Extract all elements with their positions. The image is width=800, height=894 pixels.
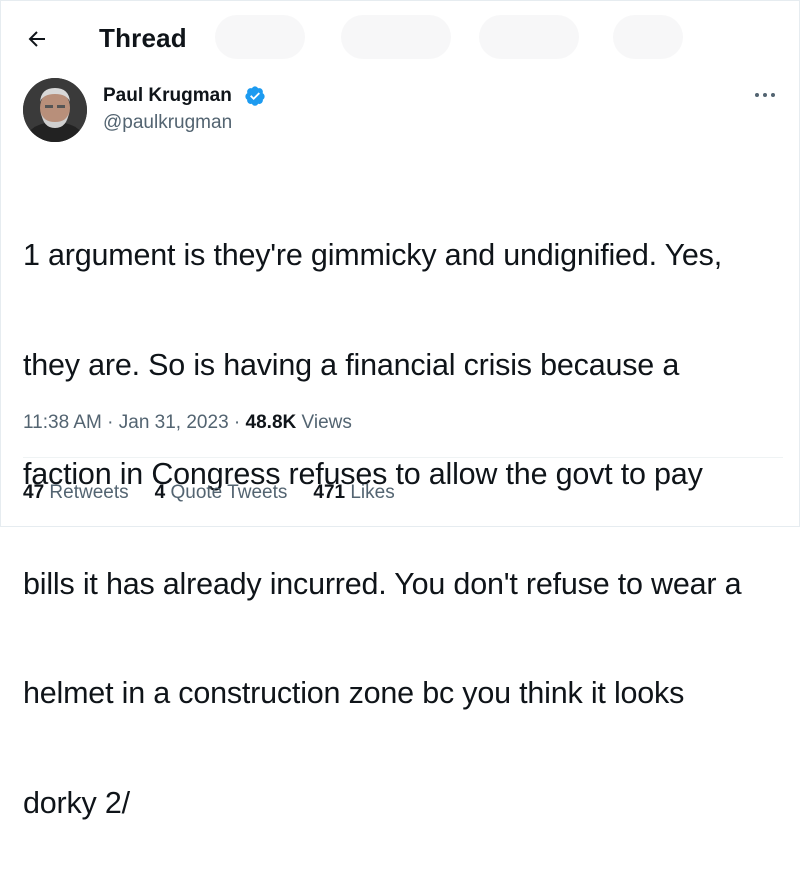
page-title: Thread <box>99 23 187 53</box>
meta-separator: · <box>233 412 241 433</box>
verified-badge-icon <box>245 86 265 106</box>
tweet-text: 1 argument is they're gimmicky and undig… <box>23 164 793 894</box>
blurred-tab <box>613 15 683 59</box>
engagement-stats: 47 Retweets 4 Quote Tweets 471 Likes <box>23 482 395 504</box>
avatar-photo-icon <box>23 78 87 142</box>
quote-tweets-stat[interactable]: 4 Quote Tweets <box>155 482 288 504</box>
author-handle[interactable]: @paulkrugman <box>103 112 232 134</box>
retweets-count: 47 <box>23 482 45 503</box>
blurred-tab <box>215 15 305 59</box>
tweet-time[interactable]: 11:38 AM <box>23 412 102 433</box>
blurred-tab <box>341 15 451 59</box>
likes-stat[interactable]: 471 Likes <box>313 482 394 504</box>
divider <box>23 457 783 458</box>
tweet-text-line: 1 argument is they're gimmicky and undig… <box>23 238 723 272</box>
author-name[interactable]: Paul Krugman <box>103 85 232 107</box>
quotes-count: 4 <box>154 482 166 503</box>
tweet-text-line: bills it has already incurred. You don't… <box>23 566 742 601</box>
more-options-button[interactable] <box>749 85 781 105</box>
back-button[interactable] <box>17 19 57 59</box>
likes-count: 471 <box>313 482 346 503</box>
tweet-text-line: they are. So is having a financial crisi… <box>23 347 680 382</box>
likes-label: Likes <box>350 482 395 503</box>
blurred-tab <box>479 15 579 59</box>
views-label: Views <box>301 412 352 433</box>
avatar[interactable] <box>23 78 87 142</box>
views-count: 48.8K <box>245 412 297 433</box>
meta-separator: · <box>107 412 114 433</box>
more-horizontal-icon <box>755 93 775 97</box>
tweet-meta: 11:38 AM · Jan 31, 2023 · 48.8K Views <box>23 412 352 434</box>
arrow-left-icon <box>28 31 45 47</box>
tweet-text-line: dorky 2/ <box>23 785 130 820</box>
tweet-text-line: helmet in a construction zone bc you thi… <box>23 676 685 710</box>
retweets-stat[interactable]: 47 Retweets <box>23 482 129 504</box>
tweet-date[interactable]: Jan 31, 2023 <box>119 412 229 433</box>
thread-panel: Thread Paul Krugman @paulkrugman 1 argum… <box>0 0 800 820</box>
quotes-label: Quote Tweets <box>170 482 288 503</box>
header-bar: Thread <box>1 1 800 77</box>
retweets-label: Retweets <box>49 482 129 503</box>
